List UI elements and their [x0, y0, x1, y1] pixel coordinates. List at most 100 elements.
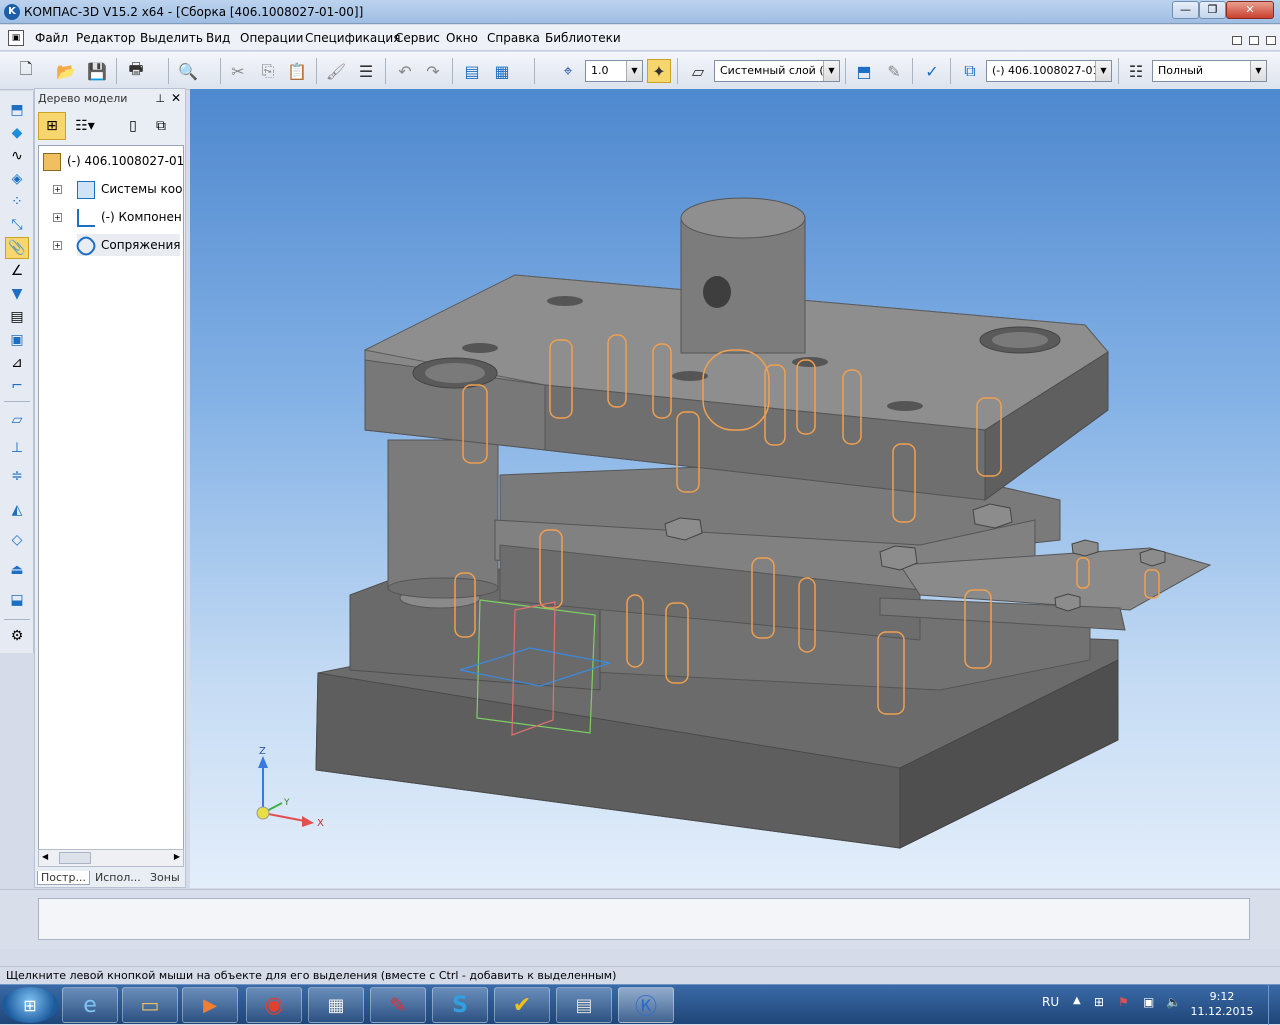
pin-icon[interactable]: ⊥: [155, 92, 165, 105]
spec-icon[interactable]: ▤: [5, 306, 29, 328]
filter-icon[interactable]: ☷: [1124, 59, 1148, 83]
windows-tray-icon[interactable]: ⊞: [1094, 995, 1104, 1009]
norton-icon[interactable]: ✔: [494, 987, 550, 1023]
layer-icon[interactable]: ▱: [686, 59, 710, 83]
language-indicator[interactable]: RU: [1042, 995, 1059, 1009]
save-icon[interactable]: 💾: [85, 59, 109, 83]
internet-explorer-icon[interactable]: e: [62, 987, 118, 1023]
tree-horizontal-scrollbar[interactable]: ◀ ▶: [38, 849, 184, 867]
menu-select[interactable]: Выделить: [140, 31, 203, 45]
expand-mates-icon[interactable]: +: [53, 241, 62, 250]
menu-editor[interactable]: Редактор: [76, 31, 135, 45]
spline-icon[interactable]: ∿: [5, 145, 29, 167]
library-icon[interactable]: ▦: [490, 59, 514, 83]
tree-structure-icon[interactable]: ⊞: [38, 112, 66, 140]
scroll-right-icon[interactable]: ▶: [174, 852, 180, 861]
scroll-thumb[interactable]: [59, 852, 91, 864]
properties-icon[interactable]: ☰: [354, 59, 378, 83]
calculator-icon[interactable]: ▦: [308, 987, 364, 1023]
edit-part-icon[interactable]: ⬒: [852, 59, 876, 83]
open-folder-icon[interactable]: 📂: [54, 59, 78, 83]
tree-item-mates[interactable]: Сопряжения: [73, 232, 181, 259]
manager-icon[interactable]: ▤: [460, 59, 484, 83]
tree-filter-icon[interactable]: ☷▾: [71, 112, 99, 140]
menu-help[interactable]: Справка: [487, 31, 540, 45]
edit-part-icon[interactable]: ⬒: [5, 99, 29, 121]
mdi-restore-button[interactable]: [1249, 36, 1259, 45]
copy-icon[interactable]: ⎘: [256, 59, 280, 83]
new-file-icon[interactable]: 🗋: [14, 59, 38, 83]
angle-icon[interactable]: ∠: [5, 260, 29, 282]
point-step-icon[interactable]: ⌖: [556, 59, 580, 83]
chrome-icon[interactable]: ◉: [246, 987, 302, 1023]
3d-viewport[interactable]: Z Y X: [190, 89, 1280, 888]
paperclip-icon[interactable]: 📎: [5, 237, 29, 259]
panel-close-icon[interactable]: ✕: [171, 91, 181, 105]
solid-icon[interactable]: ◆: [5, 122, 29, 144]
tree-doc-icon[interactable]: ▯: [119, 112, 147, 140]
windows-logo-icon[interactable]: ⊞: [2, 987, 58, 1023]
brush-icon[interactable]: 🖌: [324, 59, 348, 83]
edit-in-place-icon[interactable]: ✎: [882, 59, 906, 83]
tree-item-coordinate-systems[interactable]: Системы коо: [77, 178, 182, 200]
diagnostics-icon[interactable]: ⚙: [5, 625, 29, 647]
mdi-close-button[interactable]: [1266, 36, 1276, 45]
menu-view[interactable]: Вид: [206, 31, 230, 45]
mates-icon[interactable]: ⤡: [5, 214, 29, 236]
measure-icon[interactable]: ◈: [5, 168, 29, 190]
minimize-button[interactable]: —: [1172, 1, 1199, 19]
step-value-select[interactable]: 1.0 ▼: [585, 60, 643, 82]
undo-icon[interactable]: ↶: [393, 59, 417, 83]
document-icon[interactable]: ▣: [8, 30, 24, 46]
scroll-left-icon[interactable]: ◀: [42, 852, 48, 861]
flag-icon[interactable]: ⚑: [1118, 995, 1129, 1009]
offset-plane-icon[interactable]: ≑: [5, 465, 29, 487]
component-select[interactable]: (-) 406.1008027-01-(▼: [986, 60, 1112, 82]
volume-icon[interactable]: 🔈: [1166, 995, 1181, 1009]
tab-execution[interactable]: Испол...: [95, 871, 141, 884]
tree-root[interactable]: (-) 406.1008027-01-0: [43, 150, 183, 172]
cut-icon[interactable]: ✂: [226, 59, 250, 83]
menu-service[interactable]: Сервис: [395, 31, 440, 45]
skype-icon[interactable]: S: [432, 987, 488, 1023]
assembly-model[interactable]: Z Y X: [190, 89, 1280, 888]
property-panel[interactable]: [38, 898, 1250, 940]
sheet-metal-icon[interactable]: ⊿: [5, 352, 29, 374]
network-icon[interactable]: ▣: [1143, 995, 1154, 1009]
filter-icon[interactable]: ▼: [5, 283, 29, 305]
menu-libraries[interactable]: Библиотеки: [545, 31, 621, 45]
report-icon[interactable]: ▣: [5, 329, 29, 351]
menu-file[interactable]: Файл: [35, 31, 68, 45]
acrobat-icon[interactable]: ✎: [370, 987, 426, 1023]
tray-expand-icon[interactable]: ▲: [1073, 995, 1081, 1006]
print-icon[interactable]: 🖶: [124, 59, 148, 83]
redo-icon[interactable]: ↷: [421, 59, 445, 83]
component-icon[interactable]: ⧉: [958, 59, 982, 83]
file-explorer-icon[interactable]: ▭: [122, 987, 178, 1023]
tree-item-components[interactable]: (-) Компонен: [77, 206, 182, 228]
plane-icon[interactable]: ▱: [5, 409, 29, 431]
mdi-minimize-button[interactable]: [1232, 36, 1242, 45]
axis-icon[interactable]: ⊥: [5, 437, 29, 459]
bend-icon[interactable]: ⌐: [5, 375, 29, 397]
snap-icon[interactable]: ✦: [647, 59, 671, 83]
expand-coords-icon[interactable]: +: [53, 185, 62, 194]
scanner-icon[interactable]: ▤: [556, 987, 612, 1023]
layer-select[interactable]: Системный слой (0) ▼: [714, 60, 840, 82]
slice-icon[interactable]: ◇: [5, 529, 29, 551]
component-box-icon[interactable]: ⬓: [5, 589, 29, 611]
tab-zones[interactable]: Зоны: [150, 871, 180, 884]
check-icon[interactable]: ✓: [920, 59, 944, 83]
menu-specification[interactable]: Спецификация: [305, 31, 400, 45]
menu-window[interactable]: Окно: [446, 31, 478, 45]
stamp-icon[interactable]: ⏏: [5, 559, 29, 581]
tab-build[interactable]: Постр...: [37, 871, 90, 885]
paste-icon[interactable]: 📋: [285, 59, 309, 83]
kompas-app-icon[interactable]: K: [4, 4, 20, 20]
clock[interactable]: 9:12 11.12.2015: [1190, 989, 1254, 1019]
preview-icon[interactable]: 🔍: [176, 59, 200, 83]
section-icon[interactable]: ◭: [5, 499, 29, 521]
maximize-button[interactable]: ❐: [1199, 1, 1226, 19]
display-mode-select[interactable]: Полный ▼: [1152, 60, 1267, 82]
tree-props-icon[interactable]: ⧉: [147, 112, 175, 140]
